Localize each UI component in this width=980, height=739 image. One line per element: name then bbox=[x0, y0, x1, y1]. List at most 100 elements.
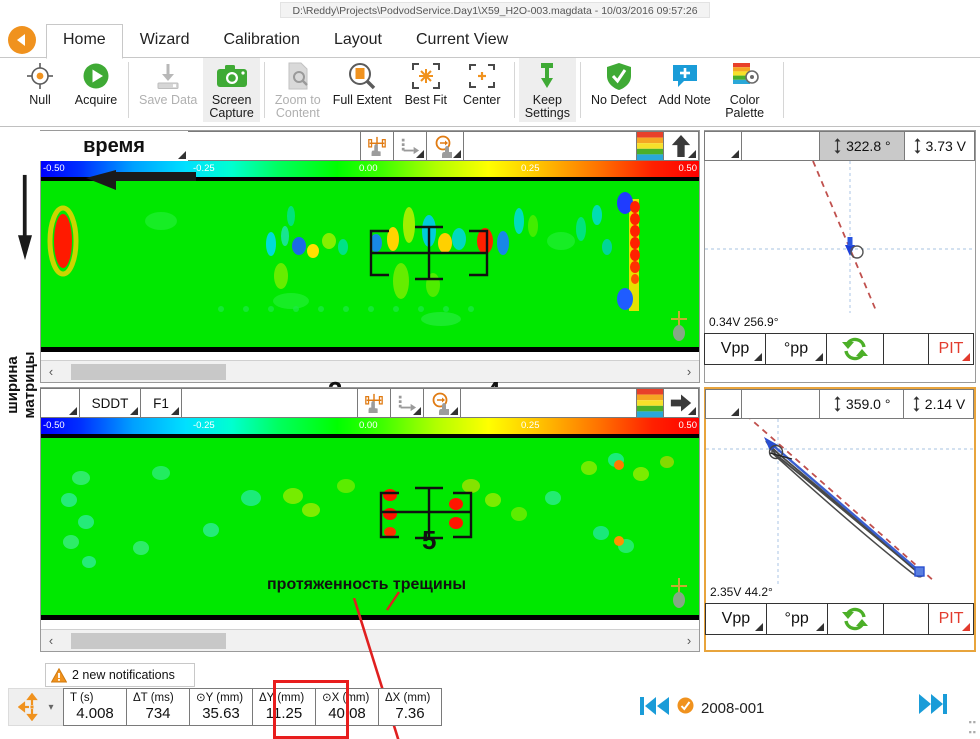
impedance-bottom-angle-value: 359.0 ° bbox=[845, 396, 891, 412]
measurement-value: 7.36 bbox=[395, 704, 425, 722]
ribbon-label: Save Data bbox=[139, 93, 198, 107]
tab-wizard[interactable]: Wizard bbox=[123, 24, 207, 58]
back-button[interactable] bbox=[8, 26, 36, 54]
color-palette-swatch-icon bbox=[637, 132, 663, 160]
palette-swatch-button[interactable] bbox=[636, 131, 664, 161]
zoom-hand-button[interactable] bbox=[423, 388, 461, 418]
ribbon-button-save-data[interactable]: Save Data bbox=[133, 58, 203, 122]
impedance-bottom-vpp-button[interactable]: Vpp bbox=[705, 603, 767, 635]
ribbon-button-null[interactable]: Null bbox=[12, 58, 68, 122]
impedance-bottom-degpp-button[interactable]: °pp bbox=[765, 603, 828, 635]
impedance-top-toolbar: 322.8 ° 3.73 V bbox=[704, 131, 976, 161]
scroll-left-arrow[interactable]: ‹ bbox=[41, 633, 61, 648]
measurement-cell-delta-x[interactable]: ΔX (mm) 7.36 bbox=[378, 688, 442, 726]
measurement-value: 11.25 bbox=[265, 704, 303, 722]
work-area: ширина матрицы время -0.50 -0.25 0.00 0.… bbox=[0, 128, 980, 739]
cscan-top-colorbar[interactable]: -0.50 -0.25 0.00 0.25 0.50 bbox=[41, 161, 699, 177]
ribbon-button-full-extent[interactable]: Full Extent bbox=[327, 58, 398, 122]
scan-direction-right-button[interactable] bbox=[663, 388, 699, 418]
impedance-bottom-blank[interactable] bbox=[741, 389, 821, 419]
cscan-top-image[interactable] bbox=[41, 177, 699, 352]
measurement-cell-x[interactable]: ⊙X (mm) 40.08 bbox=[315, 688, 379, 726]
scroll-track[interactable] bbox=[61, 632, 679, 649]
skip-backward-icon[interactable] bbox=[640, 695, 670, 722]
best-fit-icon bbox=[411, 60, 441, 92]
scroll-right-arrow[interactable]: › bbox=[679, 633, 699, 648]
impedance-top-degpp-button[interactable]: °pp bbox=[765, 333, 827, 365]
impedance-bottom-pit-button[interactable]: PIT bbox=[928, 603, 974, 635]
impedance-bottom-dropdown[interactable] bbox=[705, 389, 743, 419]
hand-probe-icon-button[interactable] bbox=[357, 388, 391, 418]
impedance-top-refresh-button[interactable] bbox=[826, 333, 884, 365]
cscan-bottom-blank-dropdown[interactable] bbox=[40, 388, 80, 418]
colorbar-tick: -0.25 bbox=[193, 420, 215, 431]
tab-home[interactable]: Home bbox=[46, 24, 123, 59]
impedance-bottom-voltage[interactable]: 2.14 V bbox=[903, 389, 974, 419]
ribbon-button-screen-capture[interactable]: Screen Capture bbox=[203, 58, 260, 122]
colorbar-tick: 0.25 bbox=[521, 420, 540, 431]
ribbon-button-add-note[interactable]: Add Note bbox=[653, 58, 717, 122]
measurement-cell-delta-t[interactable]: ΔT (ms) 734 bbox=[126, 688, 190, 726]
impedance-top-blank[interactable] bbox=[740, 131, 821, 161]
scroll-track[interactable] bbox=[61, 363, 679, 380]
palette-swatch-button[interactable] bbox=[636, 388, 664, 418]
skip-forward-icon[interactable] bbox=[918, 692, 950, 721]
cscan-bottom-hscrollbar[interactable]: ‹ › bbox=[41, 629, 699, 651]
measurement-cell-t[interactable]: T (s) 4.008 bbox=[63, 688, 127, 726]
tab-layout[interactable]: Layout bbox=[317, 24, 399, 58]
cscan-bottom-toolbar-gap-1 bbox=[181, 388, 358, 418]
resize-grip[interactable]: ▪▪ ▪▪ bbox=[969, 717, 977, 737]
ribbon-label: Acquire bbox=[74, 93, 118, 107]
ribbon-divider bbox=[513, 62, 515, 118]
cscan-top-hscrollbar[interactable]: ‹ › bbox=[41, 360, 699, 382]
impedance-top-plot[interactable] bbox=[705, 161, 975, 313]
tab-calibration[interactable]: Calibration bbox=[206, 24, 316, 58]
zoom-hand-icon bbox=[435, 135, 452, 158]
ribbon-button-acquire[interactable]: Acquire bbox=[68, 58, 124, 122]
ribbon-button-best-fit[interactable]: Best Fit bbox=[398, 58, 454, 122]
impedance-top-dropdown[interactable] bbox=[704, 131, 742, 161]
impedance-bottom-plot[interactable] bbox=[706, 419, 974, 585]
ribbon-button-no-defect[interactable]: No Defect bbox=[585, 58, 653, 122]
tab-current-view[interactable]: Current View bbox=[399, 24, 525, 58]
measurement-cell-delta-y[interactable]: ΔY (mm) 11.25 bbox=[252, 688, 316, 726]
scroll-left-arrow[interactable]: ‹ bbox=[41, 364, 61, 379]
cscan-marker-5: 5 bbox=[422, 525, 437, 555]
colorbar-tick: 0.50 bbox=[678, 420, 698, 431]
cscan-top-title-dropdown[interactable]: время bbox=[40, 131, 188, 161]
ribbon-button-keep-settings[interactable]: Keep Settings bbox=[518, 58, 576, 122]
null-target-icon bbox=[25, 60, 55, 92]
cscan-bottom-colorbar[interactable]: -0.50 -0.25 0.00 0.25 0.50 bbox=[41, 418, 699, 434]
measurement-bar: ▾ T (s) 4.008 ΔT (ms) 734 ⊙Y (mm) 35.63 … bbox=[8, 688, 442, 726]
impedance-top-pit-button[interactable]: PIT bbox=[928, 333, 974, 365]
impedance-bottom-angle[interactable]: 359.0 ° bbox=[819, 389, 905, 419]
scroll-thumb[interactable] bbox=[71, 363, 226, 380]
scroll-thumb[interactable] bbox=[71, 632, 226, 649]
pan-navigation-pad[interactable]: ▾ bbox=[8, 688, 64, 726]
impedance-top-spacer-button[interactable] bbox=[883, 333, 929, 365]
pan-dropdown-caret[interactable]: ▾ bbox=[48, 702, 53, 713]
step-mode-button[interactable] bbox=[393, 131, 427, 161]
impedance-bottom-refresh-button[interactable] bbox=[826, 603, 885, 635]
notifications-button[interactable]: 2 new notifications bbox=[45, 663, 195, 687]
measurement-cell-y[interactable]: ⊙Y (mm) 35.63 bbox=[189, 688, 253, 726]
impedance-top-readout: 0.34V 256.9° bbox=[709, 315, 779, 329]
pit-label: PIT bbox=[938, 340, 964, 357]
step-icon bbox=[398, 395, 417, 412]
ribbon-button-center[interactable]: Center bbox=[454, 58, 510, 122]
cscan-channel-dropdown[interactable]: SDDT bbox=[79, 388, 141, 418]
cscan-frequency-dropdown[interactable]: F1 bbox=[140, 388, 182, 418]
scan-direction-up-button[interactable] bbox=[663, 131, 699, 161]
impedance-top-vpp-button[interactable]: Vpp bbox=[704, 333, 766, 365]
step-mode-button[interactable] bbox=[390, 388, 424, 418]
measurement-header: ΔT (ms) bbox=[133, 691, 174, 704]
scroll-right-arrow[interactable]: › bbox=[679, 364, 699, 379]
ribbon-button-color-palette[interactable]: Color Palette bbox=[717, 58, 773, 122]
impedance-bottom-buttons: Vpp °pp PIT bbox=[705, 603, 974, 635]
impedance-top-voltage[interactable]: 3.73 V bbox=[903, 131, 976, 161]
impedance-bottom-spacer-button[interactable] bbox=[883, 603, 930, 635]
ribbon-button-zoom-to-content[interactable]: Zoom to Content bbox=[269, 58, 327, 122]
zoom-hand-button[interactable] bbox=[426, 131, 464, 161]
hand-probe-icon-button[interactable] bbox=[360, 131, 394, 161]
impedance-top-angle[interactable]: 322.8 ° bbox=[819, 131, 905, 161]
